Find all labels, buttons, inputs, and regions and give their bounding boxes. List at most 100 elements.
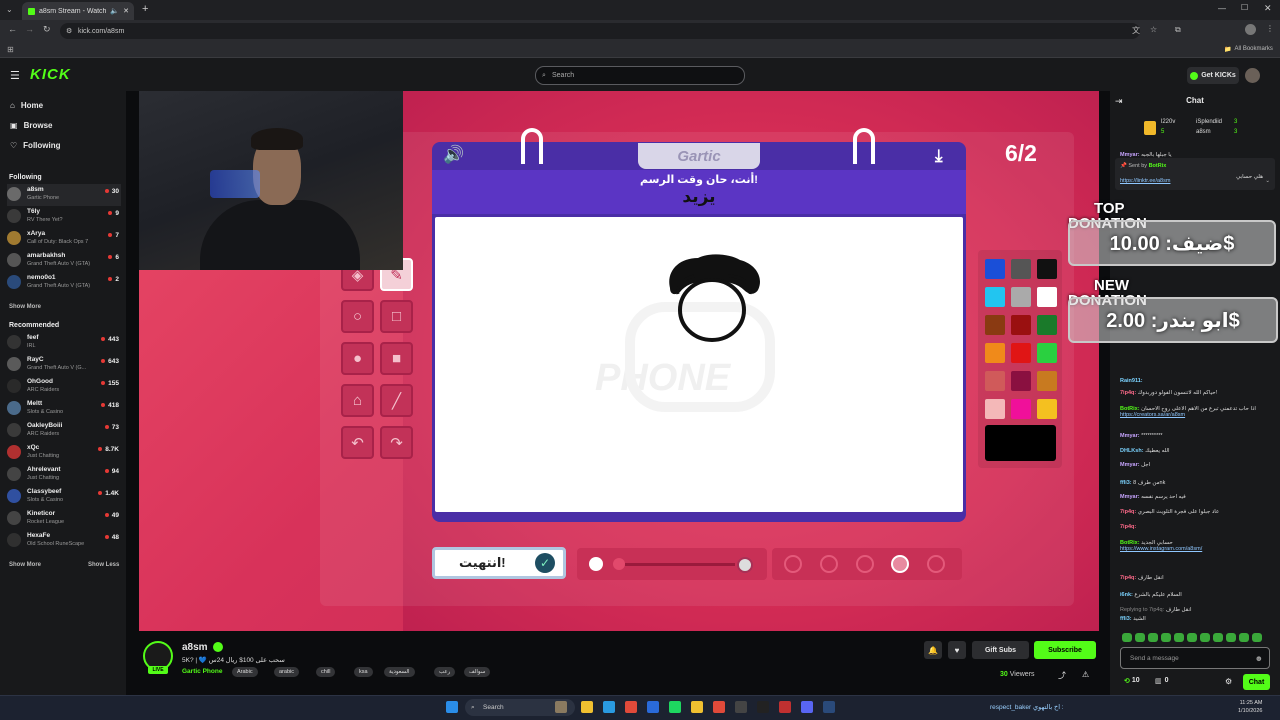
- report-icon[interactable]: ⚠: [1082, 670, 1089, 679]
- following-channel-row[interactable]: T6ly RV There Yet? 9: [7, 206, 121, 228]
- show-more-recommended-button[interactable]: Show More: [9, 562, 41, 568]
- color-swatch[interactable]: [1037, 315, 1057, 335]
- browser-tab[interactable]: a8sm Stream - Watch Live ... 🔈 ✕: [22, 2, 134, 20]
- follow-heart-icon[interactable]: ♥: [948, 641, 966, 659]
- opacity-option-1[interactable]: [784, 555, 802, 573]
- steam-icon[interactable]: [823, 701, 835, 713]
- slider-handle[interactable]: [613, 558, 625, 570]
- browser-menu-icon[interactable]: ⋮: [1266, 24, 1274, 33]
- terminal-icon[interactable]: [735, 701, 747, 713]
- stream-tag[interactable]: Arabic: [232, 667, 258, 677]
- chat-username[interactable]: i6nk:: [1120, 592, 1133, 598]
- chat-link[interactable]: https://www.instagram.com/a8sm/: [1120, 546, 1202, 552]
- recommended-channel-row[interactable]: Meltt Slots & Casino 418: [7, 398, 121, 420]
- mute-tab-icon[interactable]: 🔈: [110, 7, 119, 15]
- bookmark-star-icon[interactable]: ☆: [1150, 25, 1157, 34]
- brush-size-slider[interactable]: [577, 548, 767, 580]
- translate-icon[interactable]: 文: [1132, 25, 1140, 36]
- emote-icon[interactable]: [1135, 633, 1145, 642]
- emote-icon[interactable]: [1187, 633, 1197, 642]
- chat-username[interactable]: 7ip4q:: [1120, 524, 1136, 530]
- chat-username[interactable]: ffli3:: [1120, 480, 1132, 486]
- obs-icon[interactable]: [757, 701, 769, 713]
- done-button[interactable]: انتهيت! ✓: [432, 547, 566, 579]
- color-swatch[interactable]: [985, 343, 1005, 363]
- expand-pinned-icon[interactable]: ⌄: [1265, 178, 1270, 184]
- color-swatch[interactable]: [985, 399, 1005, 419]
- extensions-icon[interactable]: ⧉: [1175, 25, 1181, 35]
- get-kicks-button[interactable]: Get KICKs: [1187, 67, 1239, 84]
- emote-icon[interactable]: [1226, 633, 1236, 642]
- windows-start-icon[interactable]: [446, 701, 458, 713]
- reload-icon[interactable]: ↻: [43, 24, 51, 35]
- gifter-2[interactable]: iSplendiid: [1196, 119, 1222, 125]
- chat-username[interactable]: Rain911:: [1120, 378, 1143, 384]
- recommended-channel-row[interactable]: RayC Grand Theft Auto V (G... 643: [7, 354, 121, 376]
- stream-tag[interactable]: ksa: [354, 667, 373, 677]
- emote-icon[interactable]: [1122, 633, 1132, 642]
- emote-icon[interactable]: [1148, 633, 1158, 642]
- circle-fill-tool-icon[interactable]: ●: [341, 342, 374, 375]
- color-swatch[interactable]: [1011, 399, 1031, 419]
- recommended-channel-row[interactable]: OhGood ARC Raiders 155: [7, 376, 121, 398]
- recommended-channel-row[interactable]: HexaFe Old School RuneScape 48: [7, 530, 121, 552]
- recommended-channel-row[interactable]: OakleyBoiii ARC Raiders 73: [7, 420, 121, 442]
- discord-icon[interactable]: [801, 701, 813, 713]
- share-icon[interactable]: ⤴: [1058, 670, 1066, 681]
- color-swatch[interactable]: [1011, 259, 1031, 279]
- color-swatch[interactable]: [1037, 343, 1057, 363]
- system-clock[interactable]: 11:25 AM 1/10/2026: [1238, 699, 1262, 715]
- minimize-window-button[interactable]: —: [1218, 4, 1226, 13]
- sound-icon[interactable]: 🔊: [443, 145, 464, 165]
- color-swatch[interactable]: [1037, 399, 1057, 419]
- profile-icon[interactable]: [1245, 24, 1256, 35]
- opacity-option-2[interactable]: [820, 555, 838, 573]
- color-swatch[interactable]: [985, 287, 1005, 307]
- emote-icon[interactable]: [1239, 633, 1249, 642]
- send-chat-button[interactable]: Chat: [1243, 674, 1270, 690]
- calendar-icon[interactable]: [713, 701, 725, 713]
- kick-logo[interactable]: KICK: [30, 66, 71, 83]
- stream-tag[interactable]: arabic: [274, 667, 299, 677]
- sidebar-nav-browse[interactable]: ▣ Browse: [10, 121, 52, 130]
- color-swatch[interactable]: [1011, 371, 1031, 391]
- recommended-channel-row[interactable]: xQc Just Chatting 8.7K: [7, 442, 121, 464]
- stream-tag[interactable]: رعب: [434, 667, 456, 677]
- forward-icon[interactable]: →: [25, 24, 34, 34]
- channel-name[interactable]: a8sm: [182, 642, 208, 653]
- recommended-channel-row[interactable]: Ahrelevant Just Chatting 94: [7, 464, 121, 486]
- color-swatch[interactable]: [985, 315, 1005, 335]
- opacity-option-3[interactable]: [856, 555, 874, 573]
- tab-list-icon[interactable]: ⌄: [6, 5, 13, 14]
- app-icon[interactable]: [779, 701, 791, 713]
- fill-bucket-tool-icon[interactable]: ⌂: [341, 384, 374, 417]
- show-less-button[interactable]: Show Less: [88, 562, 119, 568]
- all-bookmarks-link[interactable]: 📁 All Bookmarks: [1224, 46, 1273, 53]
- color-swatch[interactable]: [1037, 259, 1057, 279]
- following-channel-row[interactable]: a8sm Gartic Phone 30: [7, 184, 121, 206]
- emote-icon[interactable]: [1200, 633, 1210, 642]
- rectangle-fill-tool-icon[interactable]: ■: [380, 342, 413, 375]
- sidebar-nav-following[interactable]: ♡ Following: [10, 141, 61, 150]
- apps-icon[interactable]: ⊞: [7, 45, 14, 54]
- rectangle-outline-tool-icon[interactable]: □: [380, 300, 413, 333]
- download-icon[interactable]: ⤓: [935, 146, 943, 166]
- following-channel-row[interactable]: amarbakhsh Grand Theft Auto V (GTA) 6: [7, 250, 121, 272]
- emote-icon[interactable]: [1174, 633, 1184, 642]
- undo-tool-icon[interactable]: ↶: [341, 426, 374, 459]
- chat-username[interactable]: Mmyar:: [1120, 494, 1140, 500]
- emoji-picker-icon[interactable]: ☻: [1255, 654, 1263, 663]
- color-swatch[interactable]: [1011, 343, 1031, 363]
- chat-link[interactable]: https://creators.sa/ar/a8sm: [1120, 412, 1185, 418]
- subscribe-button[interactable]: Subscribe: [1034, 641, 1096, 659]
- opacity-option-4-selected[interactable]: [891, 555, 909, 573]
- gifts-counter[interactable]: ▥ 0: [1155, 677, 1169, 685]
- color-swatch[interactable]: [1011, 315, 1031, 335]
- color-swatch[interactable]: [1037, 287, 1057, 307]
- recommended-channel-row[interactable]: Classybeef Slots & Casino 1.4K: [7, 486, 121, 508]
- url-field[interactable]: ⚙ kick.com/a8sm: [60, 23, 1140, 39]
- recommended-channel-row[interactable]: Kineticor Rocket League 49: [7, 508, 121, 530]
- widgets-icon[interactable]: [555, 701, 567, 713]
- redo-tool-icon[interactable]: ↷: [380, 426, 413, 459]
- color-swatch[interactable]: [985, 259, 1005, 279]
